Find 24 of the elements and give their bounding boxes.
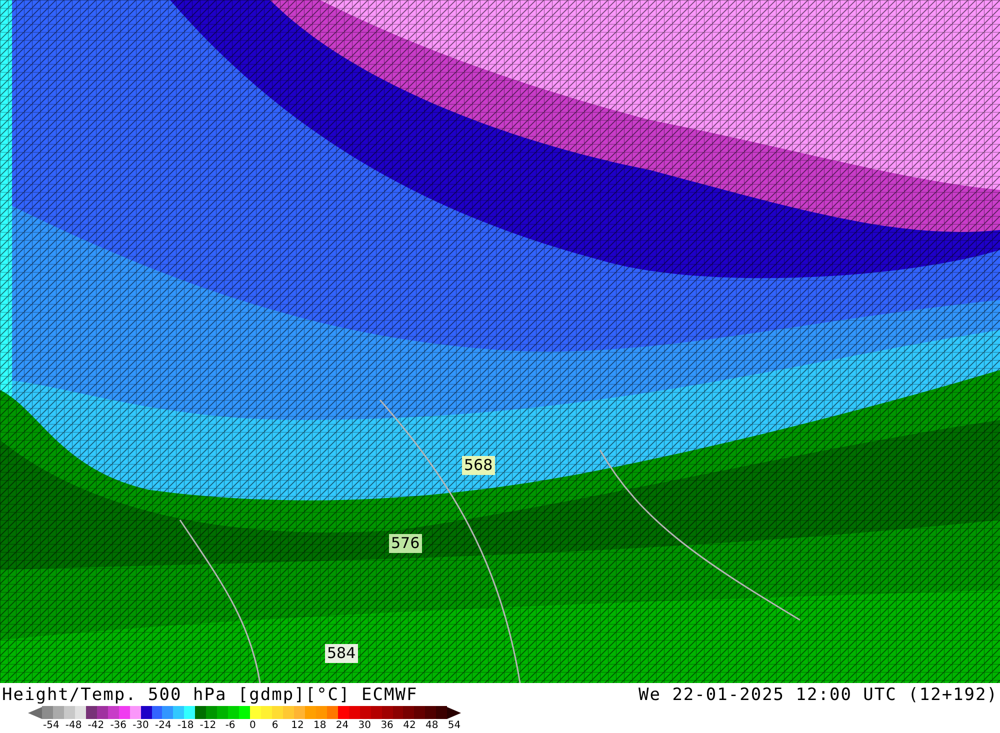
scale-label: -24	[154, 719, 172, 732]
contour-label: 584	[325, 644, 358, 663]
scale-label: 48	[424, 719, 440, 732]
scale-label: 54	[446, 719, 462, 732]
scale-label: 24	[334, 719, 350, 732]
scale-label: 12	[290, 719, 305, 732]
scale-label: 30	[357, 719, 372, 732]
scale-label: -54	[42, 719, 60, 732]
scale-label: 42	[402, 719, 417, 732]
scale-label: -6	[224, 719, 236, 732]
scale-label: 6	[270, 719, 280, 732]
scale-label: -42	[86, 719, 106, 732]
scale-label: -36	[109, 719, 128, 732]
scale-label: 18	[312, 719, 328, 732]
chart-title: Height/Temp. 500 hPa [gdmp][°C] ECMWF	[2, 685, 418, 705]
scale-label: -12	[198, 719, 218, 732]
valid-time: We 22-01-2025 12:00 UTC (12+192)	[638, 685, 998, 705]
contour-label: 576	[389, 534, 422, 553]
scale-label: -18	[176, 719, 195, 732]
scale-label: -48	[64, 719, 83, 732]
contour-label: 568	[462, 456, 495, 475]
scale-label: 0	[248, 719, 257, 732]
scale-label: 36	[380, 719, 394, 732]
scale-label: -30	[132, 719, 150, 732]
